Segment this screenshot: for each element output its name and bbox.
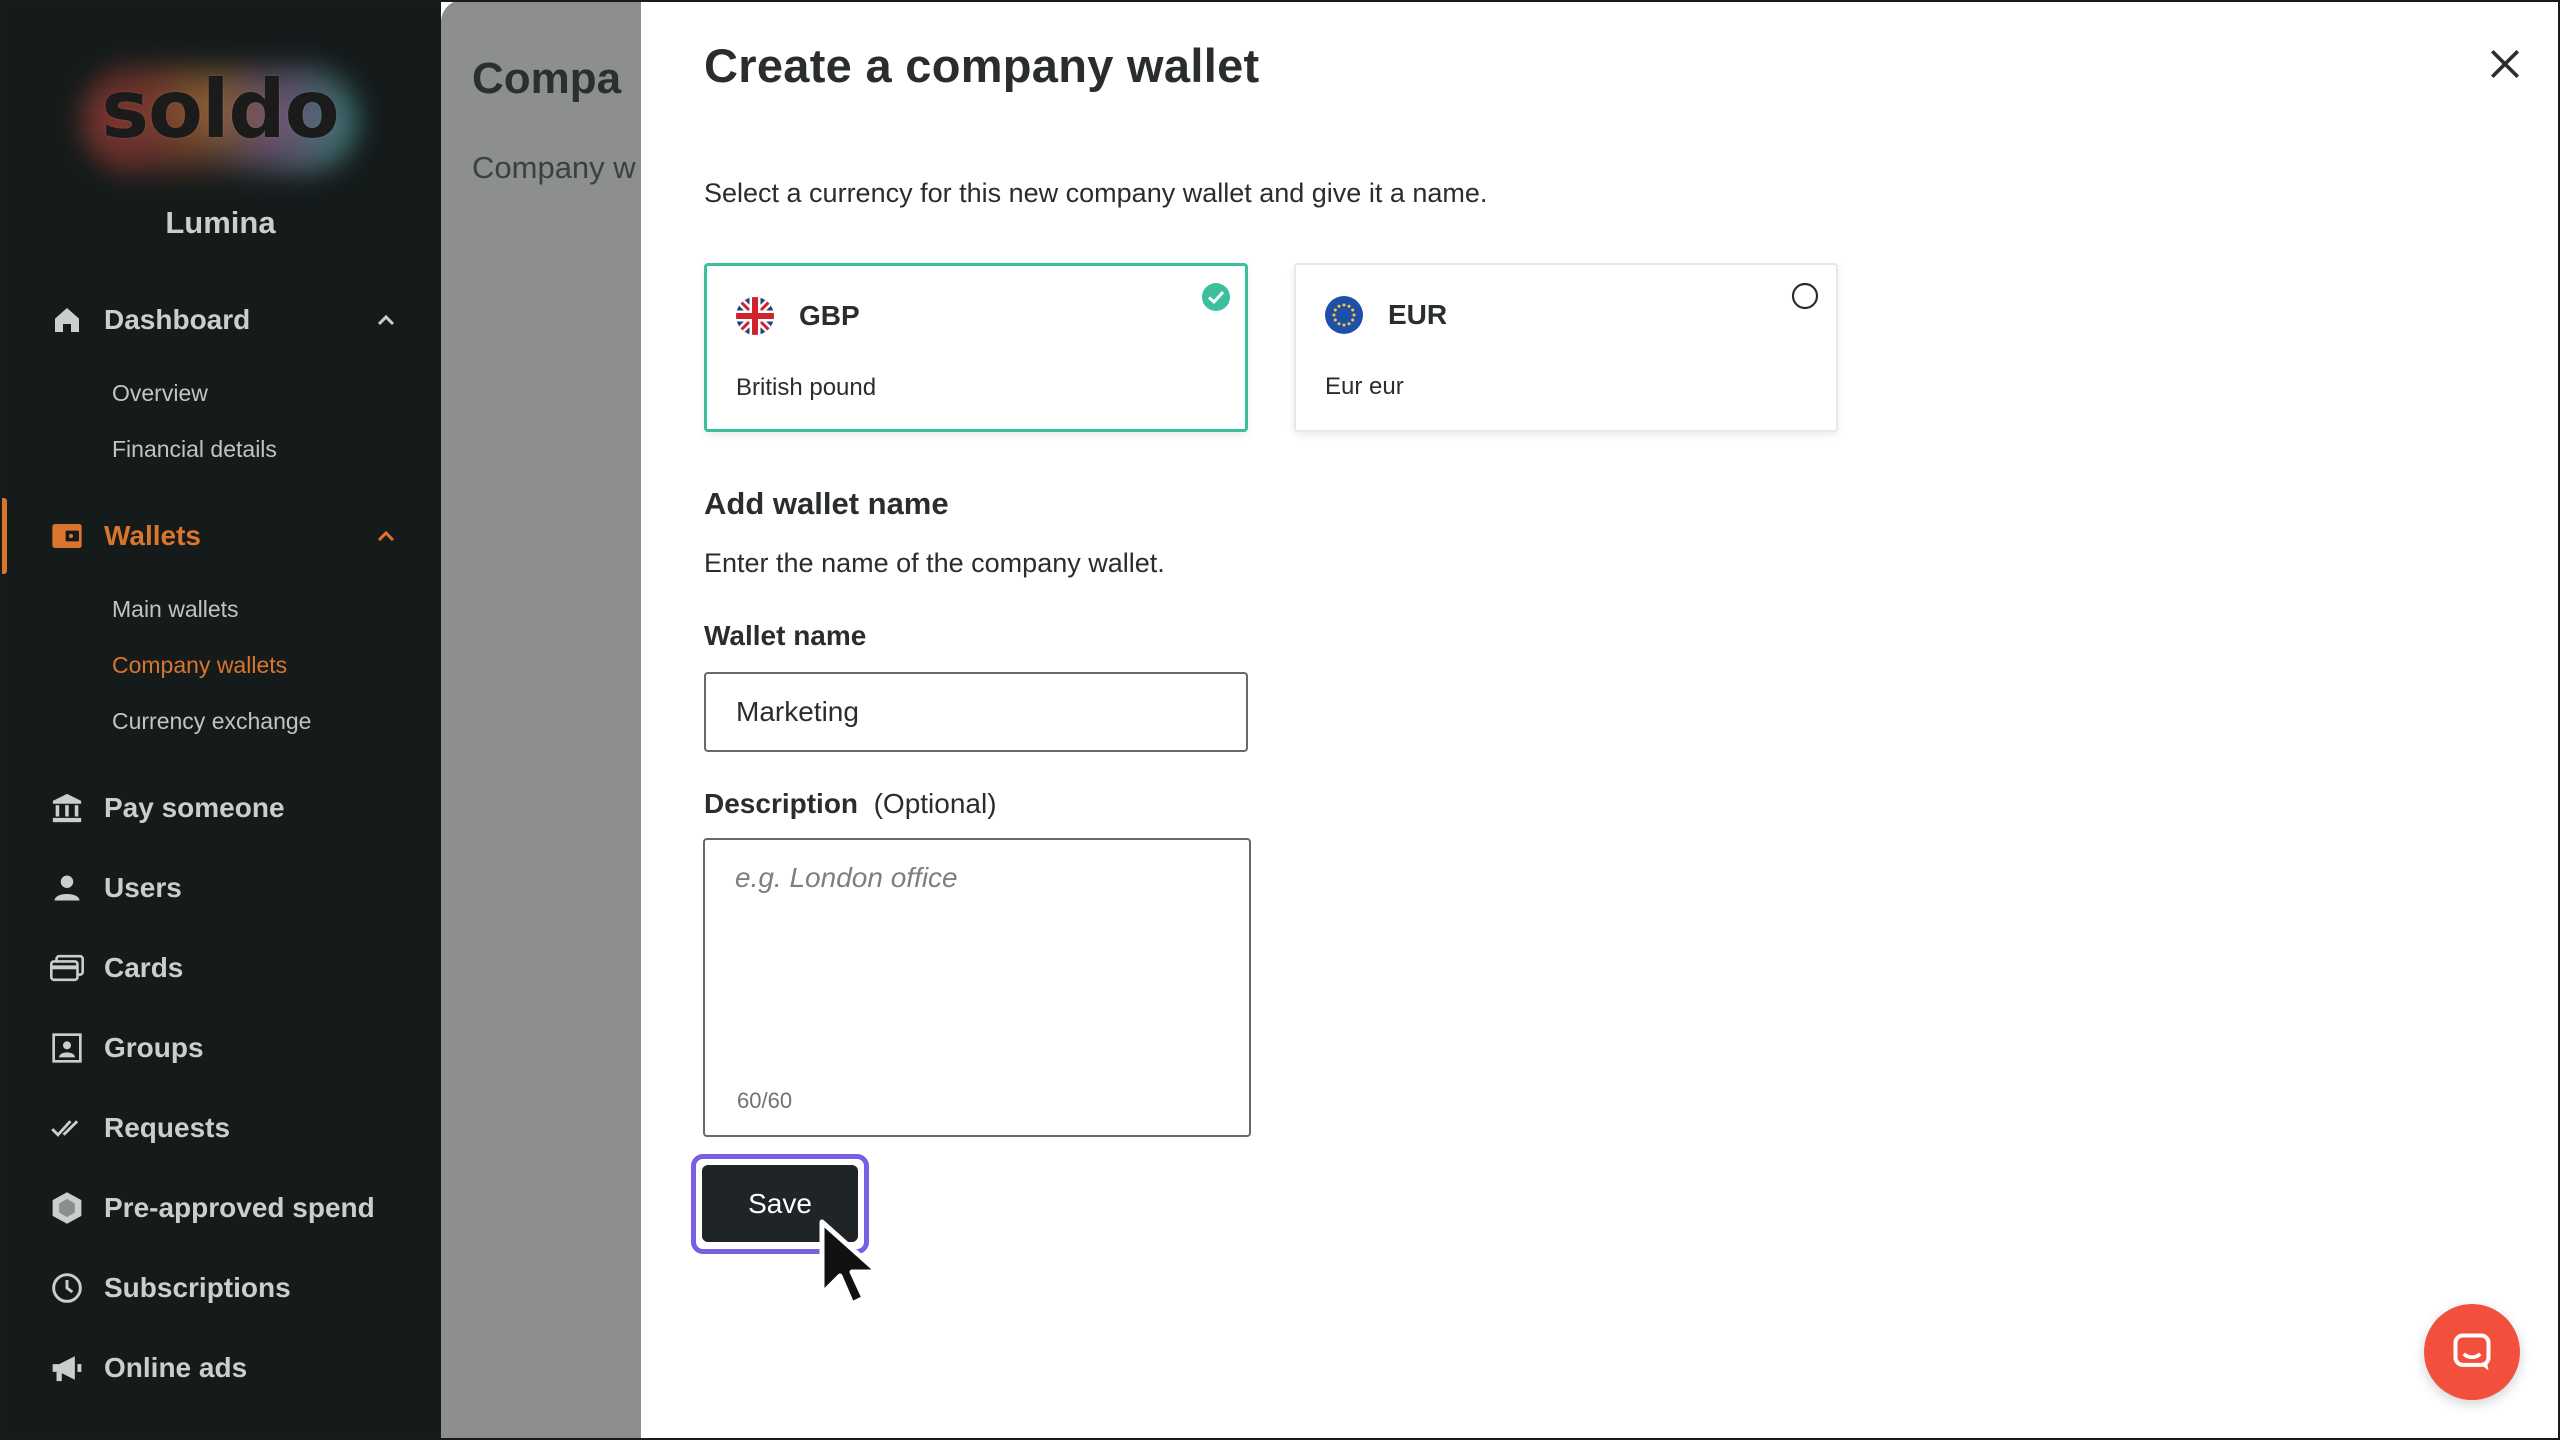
sidebar-subitem-financial-details[interactable]: Financial details bbox=[112, 434, 277, 464]
hexagon-icon bbox=[50, 1191, 84, 1225]
create-wallet-panel: Create a company wallet Select a currenc… bbox=[641, 0, 2560, 1440]
sidebar-subitem-currency-exchange[interactable]: Currency exchange bbox=[112, 706, 311, 736]
organization-name: Lumina bbox=[165, 205, 276, 240]
sidebar-item-label: Pre-approved spend bbox=[104, 1192, 375, 1223]
background-page-overlay: Compa Company w bbox=[441, 0, 641, 1440]
sidebar-item-pre-approved-spend[interactable]: Pre-approved spend bbox=[0, 1180, 441, 1236]
bank-icon bbox=[50, 791, 84, 825]
user-icon bbox=[50, 871, 84, 905]
double-check-icon bbox=[50, 1111, 84, 1145]
currency-option-gbp[interactable]: GBP British pound bbox=[704, 263, 1248, 432]
sidebar-subitem-company-wallets[interactable]: Company wallets bbox=[112, 650, 287, 680]
logo-text: soldo bbox=[101, 63, 339, 156]
panel-title: Create a company wallet bbox=[704, 39, 1260, 92]
chevron-up-icon bbox=[374, 524, 398, 548]
eu-flag-icon bbox=[1325, 296, 1363, 334]
uk-flag-icon bbox=[736, 297, 774, 335]
sidebar-item-dashboard[interactable]: Dashboard bbox=[0, 292, 441, 348]
sidebar-subitem-main-wallets[interactable]: Main wallets bbox=[112, 594, 239, 624]
currency-code: GBP bbox=[799, 300, 860, 331]
chevron-up-icon bbox=[374, 308, 398, 332]
description-label-text: Description bbox=[704, 788, 859, 819]
add-wallet-name-heading: Add wallet name bbox=[704, 486, 949, 521]
wallet-name-label: Wallet name bbox=[704, 620, 867, 651]
sidebar-subitem-overview[interactable]: Overview bbox=[112, 378, 208, 408]
sidebar-item-label: Cards bbox=[104, 952, 184, 983]
sidebar-item-label: Groups bbox=[104, 1032, 204, 1063]
radio-unselected-icon[interactable] bbox=[1790, 281, 1820, 311]
currency-option-eur[interactable]: EUR Eur eur bbox=[1294, 263, 1838, 432]
chat-icon bbox=[2453, 1333, 2491, 1371]
close-button[interactable] bbox=[2483, 42, 2527, 86]
check-circle-icon bbox=[1202, 283, 1230, 311]
sidebar-item-label: Pay someone bbox=[104, 792, 285, 823]
sidebar-item-users[interactable]: Users bbox=[0, 860, 441, 916]
wallet-name-input[interactable] bbox=[704, 672, 1248, 752]
sidebar: soldo Lumina Dashboard Overview Financia… bbox=[0, 0, 441, 1440]
sidebar-item-groups[interactable]: Groups bbox=[0, 1020, 441, 1076]
sidebar-item-label: Users bbox=[104, 872, 182, 903]
background-page-subtitle: Company w bbox=[472, 150, 636, 185]
currency-code: EUR bbox=[1388, 299, 1448, 330]
optional-tag: (Optional) bbox=[873, 788, 997, 819]
currency-name: Eur eur bbox=[1325, 373, 1404, 400]
sidebar-item-label: Online ads bbox=[104, 1352, 248, 1383]
wallet-icon bbox=[50, 519, 84, 553]
sidebar-item-subscriptions[interactable]: Subscriptions bbox=[0, 1260, 441, 1316]
mouse-cursor-icon bbox=[819, 1219, 881, 1307]
sidebar-item-pay-someone[interactable]: Pay someone bbox=[0, 780, 441, 836]
sidebar-item-requests[interactable]: Requests bbox=[0, 1100, 441, 1156]
currency-name: British pound bbox=[736, 374, 877, 401]
sidebar-item-label: Wallets bbox=[104, 520, 201, 551]
sidebar-item-label: Subscriptions bbox=[104, 1272, 291, 1303]
sidebar-item-label: Requests bbox=[104, 1112, 231, 1143]
description-label: Description (Optional) bbox=[704, 788, 997, 820]
groups-icon bbox=[50, 1031, 84, 1065]
sidebar-item-label: Dashboard bbox=[104, 304, 251, 335]
description-field[interactable]: 60/60 bbox=[703, 838, 1251, 1137]
home-icon bbox=[50, 303, 84, 337]
megaphone-icon bbox=[50, 1351, 84, 1385]
soldo-logo[interactable]: soldo bbox=[70, 55, 370, 185]
description-textarea[interactable] bbox=[705, 840, 1249, 1070]
chat-launcher-button[interactable] bbox=[2424, 1304, 2520, 1400]
sidebar-item-wallets[interactable]: Wallets bbox=[0, 508, 441, 564]
cards-icon bbox=[50, 951, 84, 985]
character-counter: 60/60 bbox=[737, 1088, 793, 1113]
clock-icon bbox=[50, 1271, 84, 1305]
sidebar-item-cards[interactable]: Cards bbox=[0, 940, 441, 996]
add-wallet-name-description: Enter the name of the company wallet. bbox=[704, 548, 1165, 578]
intro-text: Select a currency for this new company w… bbox=[704, 178, 1488, 208]
background-page-title: Compa bbox=[472, 54, 622, 103]
sidebar-item-online-ads[interactable]: Online ads bbox=[0, 1340, 441, 1396]
close-icon bbox=[2490, 49, 2520, 79]
